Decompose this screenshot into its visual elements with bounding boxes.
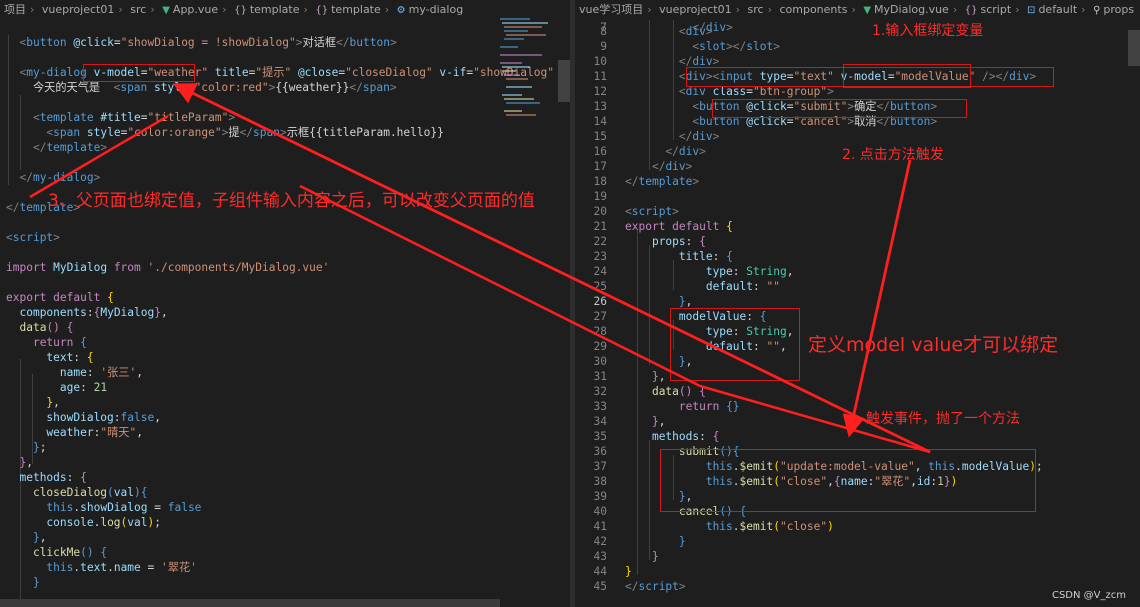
breadcrumb-item[interactable]: vueproject01 xyxy=(42,3,114,16)
annotation-model-value: 定义model value才可以绑定 xyxy=(808,334,1059,356)
line-number: 38 xyxy=(593,475,607,488)
annotation-click-trigger: 2. 点击方法触发 xyxy=(842,147,944,163)
line-number: 14 xyxy=(593,115,607,128)
line-number: 37 xyxy=(593,460,607,473)
annotation-box-submit-button xyxy=(712,99,967,118)
chevron-right-icon: › xyxy=(1081,3,1086,16)
line-number: 45 xyxy=(593,580,607,593)
annotation-box-submit-method xyxy=(660,449,1036,512)
braces-icon: {} xyxy=(234,5,247,16)
breadcrumb-item[interactable]: default xyxy=(1038,3,1077,16)
line-number: 21 xyxy=(593,220,607,233)
breadcrumb-item[interactable]: vue学习项目 xyxy=(579,3,643,16)
annotation-emit-event: 触发事件，抛了一个方法 xyxy=(866,411,1020,427)
line-number: 15 xyxy=(593,130,607,143)
left-editor-pane[interactable]: 项目 › vueproject01 › src › ▼ App.vue › {} templ… xyxy=(0,0,570,607)
breadcrumb-item[interactable]: MyDialog.vue xyxy=(874,3,949,16)
line-number: 31 xyxy=(593,370,607,383)
line-number: 13 xyxy=(593,100,607,113)
line-number: 12 xyxy=(593,85,607,98)
chevron-right-icon: › xyxy=(30,3,35,16)
line-number: 33 xyxy=(593,400,607,413)
annotation-box-vmodel-parent xyxy=(83,64,195,82)
chevron-right-icon: › xyxy=(303,3,308,16)
line-number: 41 xyxy=(593,520,607,533)
breadcrumb-item[interactable]: src xyxy=(748,3,764,16)
chevron-right-icon: › xyxy=(851,3,856,16)
annotation-input-binding: 1.输入框绑定变量 xyxy=(872,23,984,39)
breadcrumb-item[interactable]: template xyxy=(250,3,300,16)
line-number: 10 xyxy=(593,55,607,68)
chevron-right-icon: › xyxy=(1015,3,1020,16)
left-breadcrumb: 项目 › vueproject01 › src › ▼ App.vue › {} templ… xyxy=(0,0,570,20)
line-number: 44 xyxy=(593,565,607,578)
watermark: CSDN @V_zcm xyxy=(1051,590,1126,601)
breadcrumb-item[interactable]: components xyxy=(779,3,847,16)
breadcrumb-item[interactable]: my-dialog xyxy=(409,3,464,16)
line-number: 39 xyxy=(593,490,607,503)
line-number: 9 xyxy=(600,40,607,53)
annotation-box-modelvalue-prop xyxy=(670,308,800,381)
vertical-scrollbar[interactable] xyxy=(1128,20,1140,607)
horizontal-scrollbar[interactable] xyxy=(0,599,500,607)
breadcrumb-item[interactable]: props xyxy=(1103,3,1134,16)
left-code-editor[interactable]: <button @click="showDialog = !showDialog… xyxy=(0,20,570,607)
line-number: 36 xyxy=(593,445,607,458)
chevron-right-icon: › xyxy=(767,3,772,16)
line-number: 32 xyxy=(593,385,607,398)
line-number: 40 xyxy=(593,505,607,518)
line-number: 25 xyxy=(593,280,607,293)
annotation-box-vmodel-child xyxy=(843,64,971,88)
breadcrumb-item[interactable]: template xyxy=(331,3,381,16)
line-number: 26 xyxy=(593,295,607,308)
breadcrumb-item[interactable]: src xyxy=(130,3,146,16)
line-number: 18 xyxy=(593,175,607,188)
line-number: 35 xyxy=(593,430,607,443)
line-number: 22 xyxy=(593,235,607,248)
line-number: 19 xyxy=(593,190,607,203)
line-number: 29 xyxy=(593,340,607,353)
chevron-right-icon: › xyxy=(735,3,740,16)
breadcrumb-item[interactable]: 项目 xyxy=(4,3,26,16)
line-number: 16 xyxy=(593,145,607,158)
line-number: 17 xyxy=(593,160,607,173)
line-number: 24 xyxy=(593,265,607,278)
right-breadcrumb: vue学习项目 › vueproject01 › src › components › … xyxy=(575,0,1140,20)
line-number: 34 xyxy=(593,415,607,428)
line-number: 11 xyxy=(593,70,607,83)
chevron-right-icon: › xyxy=(647,3,652,16)
vertical-scrollbar[interactable] xyxy=(558,20,570,607)
line-number: 43 xyxy=(593,550,607,563)
vue-file-icon: ▼ xyxy=(863,5,872,16)
breadcrumb-item[interactable]: App.vue xyxy=(173,3,218,16)
line-number: 8 xyxy=(600,25,607,38)
line-number: 30 xyxy=(593,355,607,368)
chevron-right-icon: › xyxy=(952,3,958,16)
chevron-right-icon: › xyxy=(384,3,390,16)
line-number: 28 xyxy=(593,325,607,338)
chevron-right-icon: › xyxy=(222,3,227,16)
braces-icon: {} xyxy=(315,5,329,16)
right-editor-pane[interactable]: vue学习项目 › vueproject01 › src › components › … xyxy=(575,0,1140,607)
chevron-right-icon: › xyxy=(150,3,155,16)
breadcrumb-item[interactable]: script xyxy=(980,3,1011,16)
variable-icon: ⊡ xyxy=(1027,5,1036,16)
vue-file-icon: ▼ xyxy=(162,5,170,16)
minimap[interactable] xyxy=(500,16,556,136)
annotation-parent-binding: 3、父页面也绑定值，子组件输入内容之后，可以改变父页面的值 xyxy=(48,191,535,211)
line-number: 27 xyxy=(593,310,607,323)
chevron-right-icon: › xyxy=(118,3,123,16)
line-number: 20 xyxy=(593,205,607,218)
breadcrumb-item[interactable]: vueproject01 xyxy=(659,3,731,16)
wrench-icon: ⚲ xyxy=(1093,5,1101,16)
line-number: 23 xyxy=(593,250,607,263)
component-icon: ⚙ xyxy=(396,5,406,16)
braces-icon: {} xyxy=(964,5,978,16)
line-number: 42 xyxy=(593,535,607,548)
